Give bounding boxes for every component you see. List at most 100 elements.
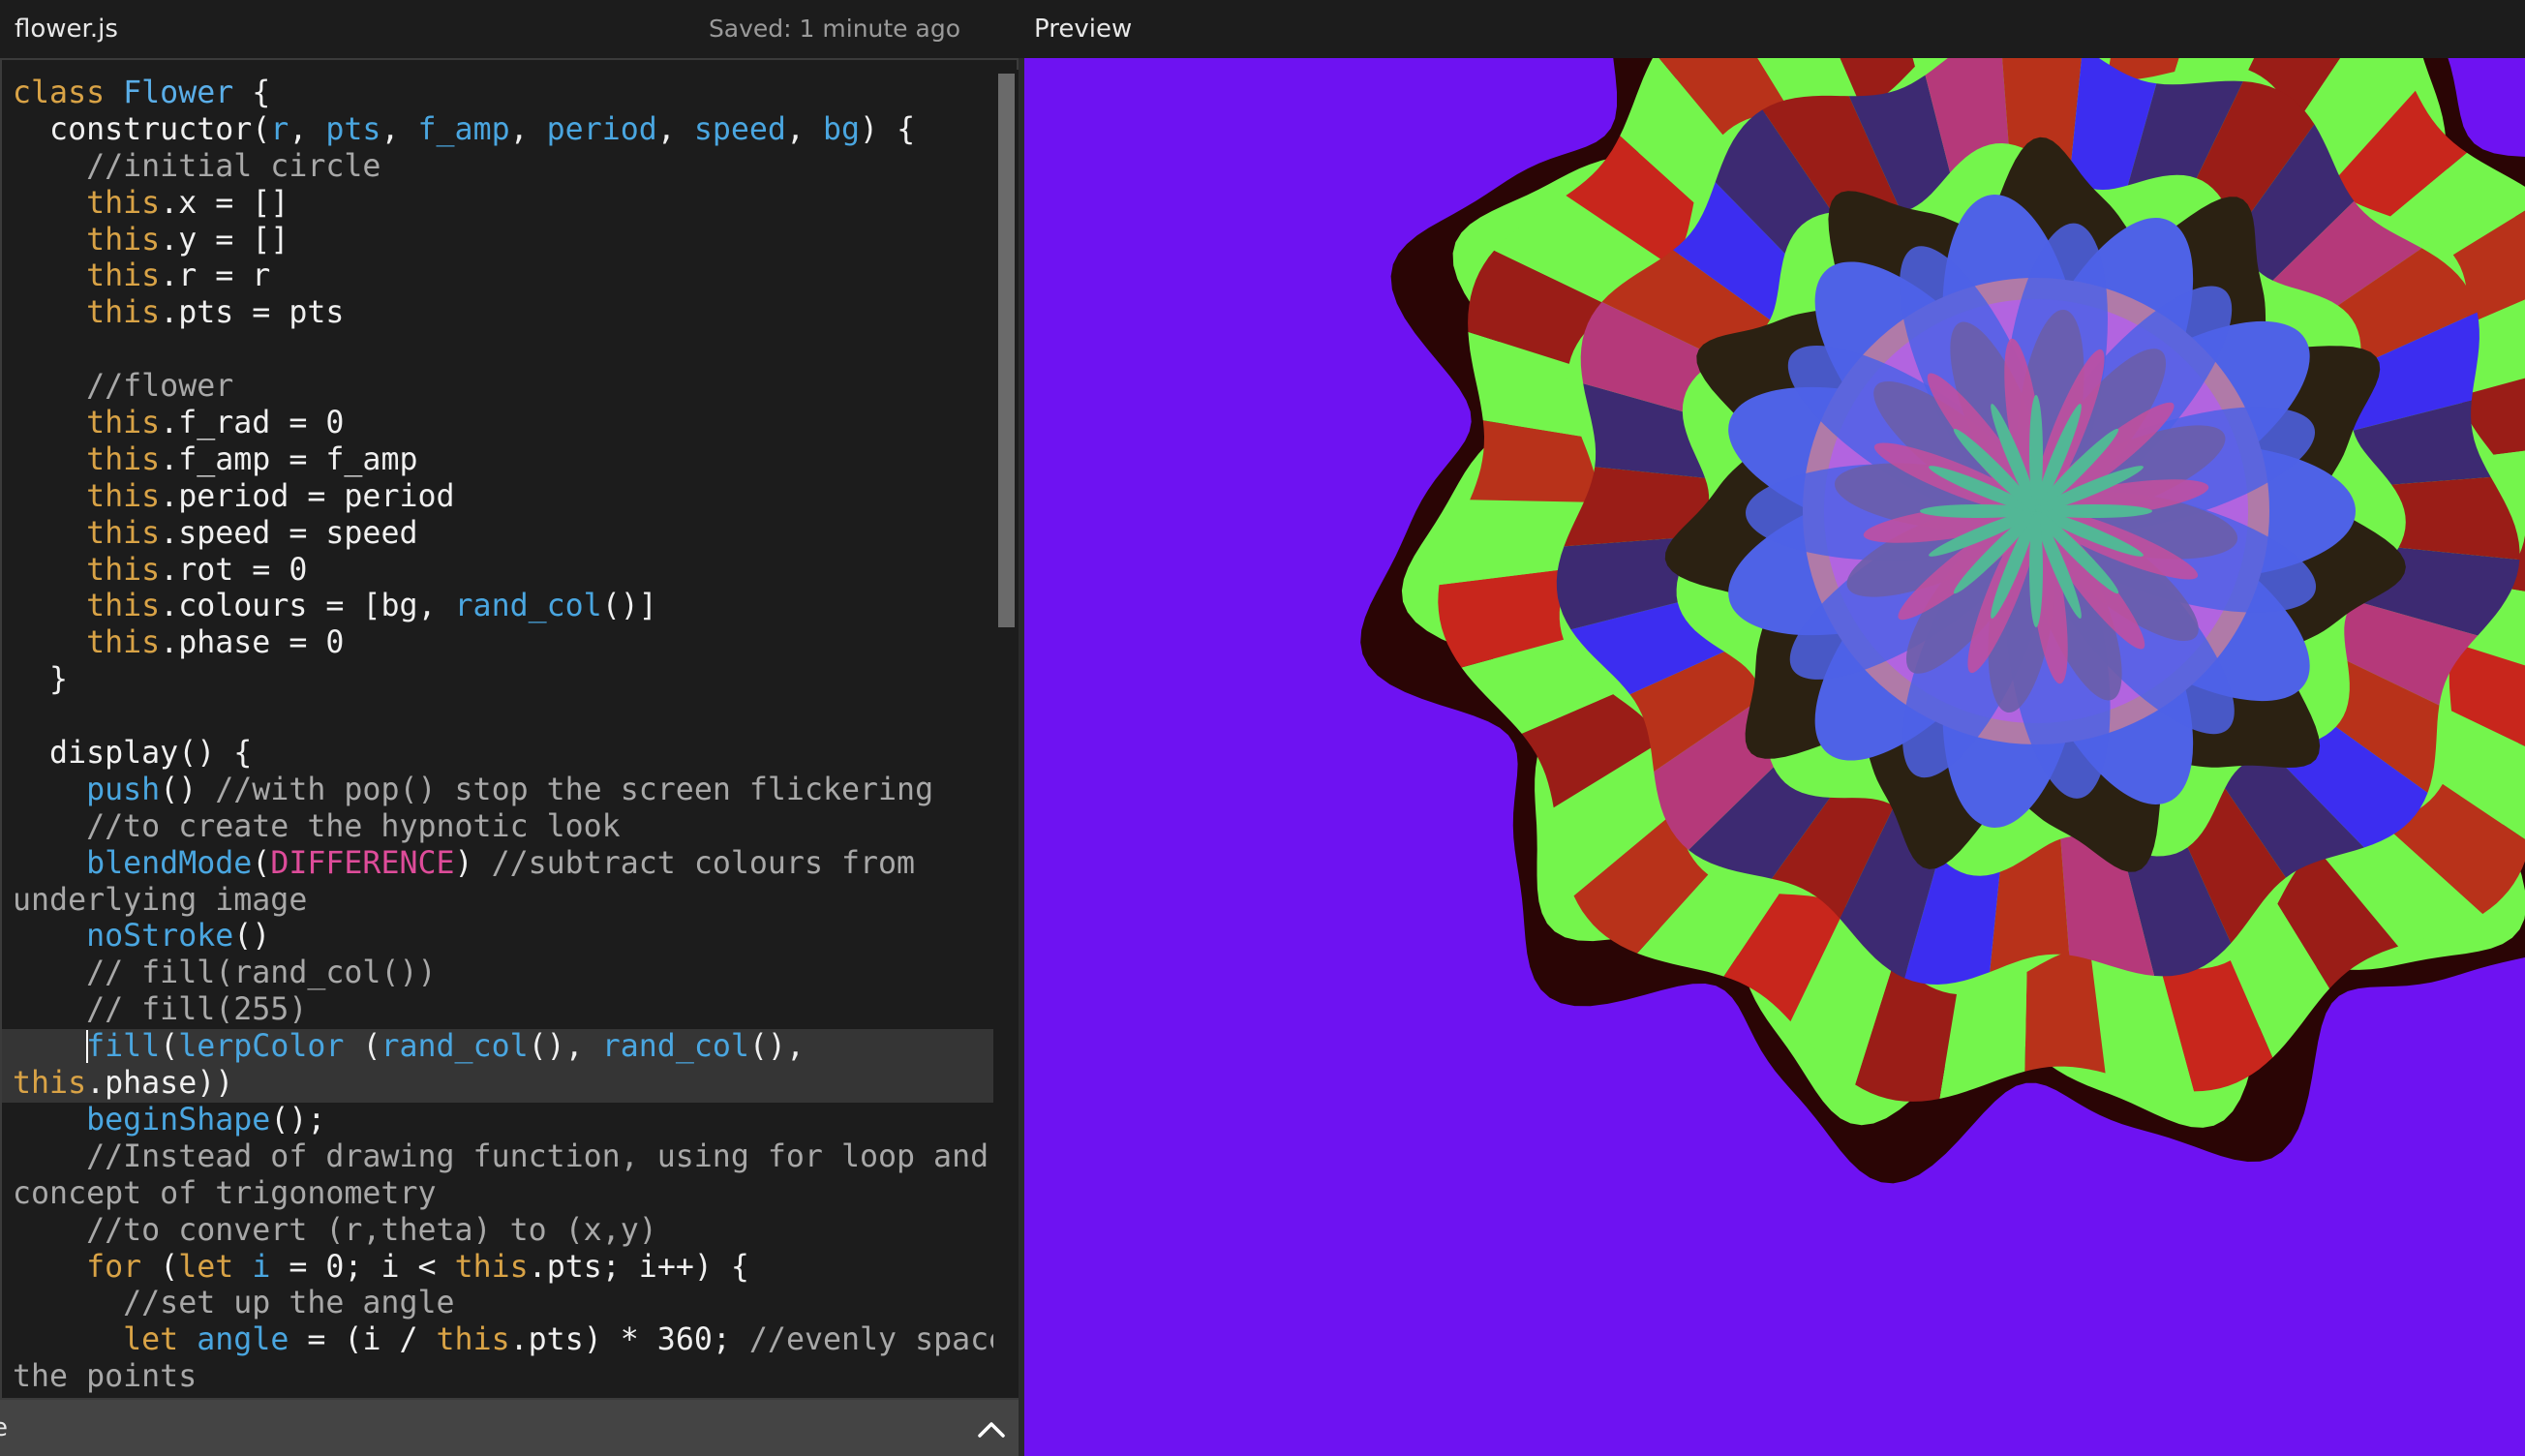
code-token: speed: [693, 111, 786, 147]
code-token: {: [233, 76, 271, 110]
code-line[interactable]: this.x = []: [13, 186, 996, 223]
code-line[interactable]: beginShape();: [13, 1103, 996, 1139]
preview-canvas[interactable]: [1024, 58, 2525, 1456]
code-token: // fill(255): [13, 992, 308, 1028]
code-token: this: [86, 222, 161, 258]
code-token: //with pop() stop the screen flickering: [215, 772, 934, 807]
code-token: .period = period: [160, 478, 455, 514]
code-line[interactable]: this.phase = 0: [13, 625, 996, 662]
code-line[interactable]: constructor(r, pts, f_amp, period, speed…: [13, 112, 996, 149]
code-token: //subtract colours from: [491, 845, 916, 881]
code-line[interactable]: // fill(255): [13, 992, 996, 1029]
code-line[interactable]: this.pts = pts: [13, 295, 996, 332]
code-token: //Instead of drawing function, using for…: [13, 1138, 989, 1174]
code-line[interactable]: display() {: [13, 736, 996, 773]
code-token: .phase)): [86, 1066, 234, 1102]
code-line[interactable]: this.r = r: [13, 258, 996, 295]
code-token: beginShape: [86, 1102, 271, 1138]
code-line[interactable]: // fill(rand_col()): [13, 956, 996, 992]
code-line[interactable]: this.f_amp = f_amp: [13, 442, 996, 479]
code-token: ,: [656, 111, 694, 147]
chevron-up-icon[interactable]: [972, 1410, 1011, 1448]
code-line[interactable]: this.phase)): [2, 1066, 996, 1103]
code-token: .phase = 0: [160, 625, 345, 661]
code-line[interactable]: this.f_rad = 0: [13, 406, 996, 442]
code-token: blendMode: [86, 845, 253, 881]
code-line[interactable]: //to create the hypnotic look: [13, 809, 996, 846]
code-token: ()]: [601, 589, 657, 624]
code-token: i: [252, 1249, 271, 1285]
code-token: (): [233, 919, 271, 955]
code-token: this: [454, 1249, 529, 1285]
code-line[interactable]: //to convert (r,theta) to (x,y): [13, 1213, 996, 1250]
code-line[interactable]: //Instead of drawing function, using for…: [13, 1139, 996, 1176]
code-line[interactable]: this.speed = speed: [13, 516, 996, 553]
code-token: rand_col: [380, 1029, 529, 1065]
code-editor[interactable]: class Flower { constructor(r, pts, f_amp…: [0, 58, 1019, 1398]
code-line[interactable]: concept of trigonometry: [13, 1176, 996, 1213]
code-line[interactable]: let angle = (i / this.pts) * 360; //even…: [13, 1322, 1007, 1359]
code-token: the points: [13, 1359, 198, 1395]
code-line[interactable]: }: [13, 662, 996, 699]
code-token: ,: [289, 111, 326, 147]
code-token: = 0; i <: [270, 1249, 455, 1285]
code-token: lerpColor: [178, 1029, 345, 1065]
editor-scrollbar-thumb[interactable]: [998, 74, 1015, 627]
code-token: (): [160, 772, 216, 807]
code-line[interactable]: //flower: [13, 369, 996, 406]
code-token: }: [13, 662, 69, 698]
code-token: .colours = [bg,: [160, 589, 455, 624]
code-line[interactable]: underlying image: [13, 883, 996, 920]
code-token: this: [436, 1322, 510, 1358]
code-token: (: [160, 1029, 179, 1065]
code-token: //flower: [13, 369, 234, 405]
code-line[interactable]: this.rot = 0: [13, 553, 996, 590]
code-token: .pts) * 360;: [509, 1322, 749, 1358]
code-token: .f_rad = 0: [160, 406, 345, 441]
code-token: .x = []: [160, 185, 289, 221]
code-line[interactable]: fill(lerpColor (rand_col(), rand_col(),: [2, 1029, 996, 1067]
code-token: //to convert (r,theta) to (x,y): [13, 1212, 657, 1248]
editor-pane: flower.js Saved: 1 minute ago class Flow…: [0, 0, 1019, 1456]
code-token: (),: [748, 1029, 805, 1065]
code-token: .r = r: [160, 258, 271, 294]
code-lines[interactable]: class Flower { constructor(r, pts, f_amp…: [2, 76, 1007, 1396]
code-token: this: [86, 441, 161, 477]
code-line[interactable]: //initial circle: [13, 149, 996, 186]
code-token: (: [141, 1249, 179, 1285]
code-token: this: [86, 625, 161, 661]
code-line[interactable]: [13, 332, 996, 369]
code-line[interactable]: this.y = []: [13, 223, 996, 259]
code-token: this: [86, 295, 161, 331]
code-line[interactable]: blendMode(DIFFERENCE) //subtract colours…: [13, 846, 996, 883]
code-line[interactable]: noStroke(): [13, 919, 996, 956]
code-token: this: [86, 258, 161, 294]
code-line[interactable]: this.period = period: [13, 479, 996, 516]
code-line[interactable]: //set up the angle: [13, 1286, 996, 1322]
code-token: fill: [86, 1029, 161, 1065]
code-line[interactable]: the points: [13, 1359, 996, 1396]
code-token: //set up the angle: [13, 1286, 455, 1321]
code-line[interactable]: [13, 699, 996, 736]
code-token: concept of trigonometry: [13, 1175, 437, 1211]
file-name-tab[interactable]: flower.js: [15, 15, 118, 44]
code-line[interactable]: this.colours = [bg, rand_col()]: [13, 589, 996, 625]
code-line[interactable]: class Flower {: [13, 76, 996, 112]
code-line[interactable]: push() //with pop() stop the screen flic…: [13, 773, 996, 809]
saved-status: Saved: 1 minute ago: [708, 15, 960, 43]
console-bar[interactable]: e: [0, 1398, 1019, 1456]
code-line[interactable]: for (let i = 0; i < this.pts; i++) {: [13, 1250, 996, 1287]
